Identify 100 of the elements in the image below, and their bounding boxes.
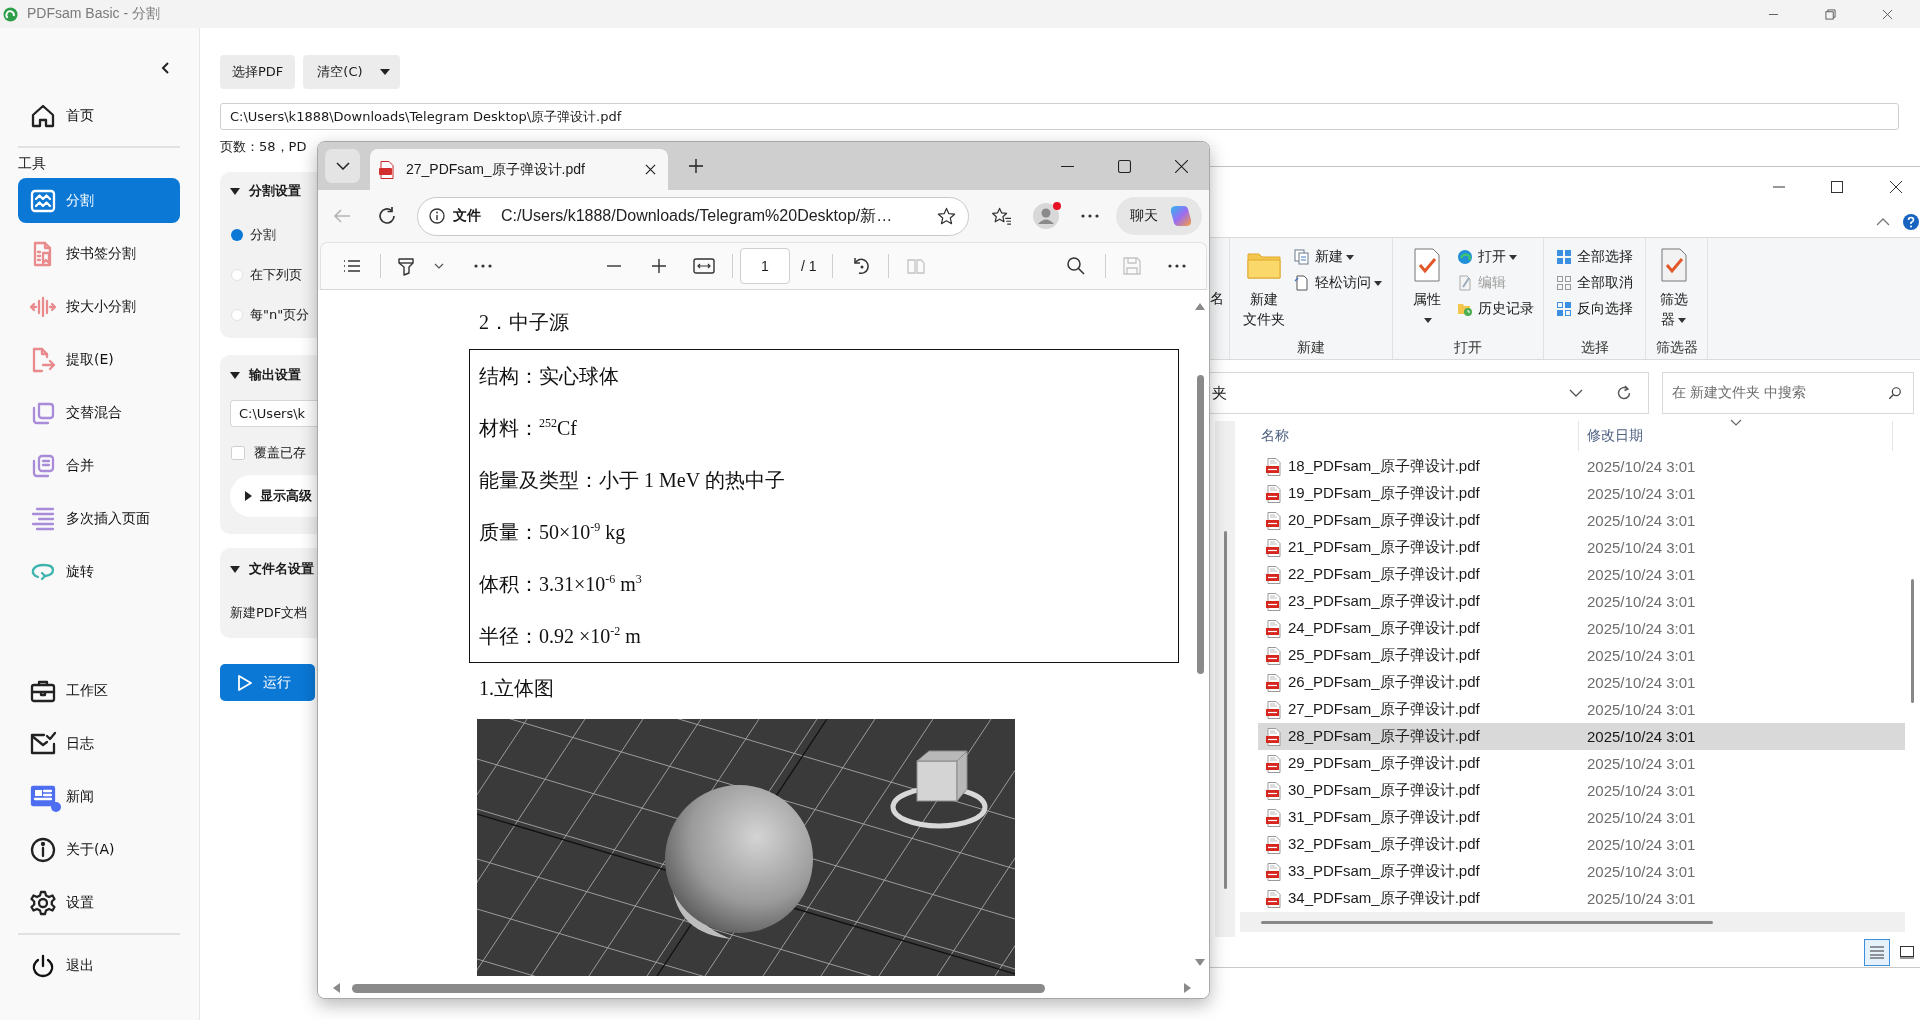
highlighter-icon[interactable]: [396, 256, 416, 276]
section-header[interactable]: 文件名设置: [230, 560, 314, 578]
zoom-in-icon[interactable]: [649, 256, 669, 276]
more-icon[interactable]: [473, 264, 493, 268]
avatar-icon[interactable]: [1033, 203, 1059, 229]
file-row[interactable]: 29_PDFsam_原子弹设计.pdf 2025/10/24 3:01: [1258, 750, 1905, 777]
info-icon[interactable]: [429, 208, 445, 224]
select-pdf-button[interactable]: 选择PDF: [220, 55, 296, 89]
maximize-icon[interactable]: [1118, 159, 1131, 173]
sidebar-item[interactable]: 合并: [18, 443, 180, 488]
file-row[interactable]: 31_PDFsam_原子弹设计.pdf 2025/10/24 3:01: [1258, 804, 1905, 831]
ribbon-button[interactable]: 轻松访问: [1294, 270, 1382, 296]
ribbon-button[interactable]: 全部取消: [1556, 270, 1633, 296]
more-icon[interactable]: [1166, 264, 1187, 268]
radio-button[interactable]: 每"n"页分: [230, 305, 310, 325]
caret-down-icon[interactable]: [379, 69, 390, 75]
address-field[interactable]: 文件 C:/Users/k1888/Downloads/Telegram%20Desktop/新…: [417, 196, 969, 236]
advanced-toggle[interactable]: 显示高级: [230, 475, 317, 517]
file-row[interactable]: 22_PDFsam_原子弹设计.pdf 2025/10/24 3:01: [1258, 561, 1905, 588]
file-row[interactable]: 23_PDFsam_原子弹设计.pdf 2025/10/24 3:01: [1258, 588, 1905, 615]
overwrite-checkbox[interactable]: 覆盖已存: [230, 444, 306, 462]
arrow-right-icon[interactable]: [1184, 983, 1191, 993]
address-field[interactable]: 夹: [1210, 372, 1649, 414]
sidebar-item[interactable]: 设置: [18, 880, 180, 925]
scrollbar-thumb[interactable]: [1261, 920, 1713, 924]
file-row[interactable]: 26_PDFsam_原子弹设计.pdf 2025/10/24 3:01: [1258, 669, 1905, 696]
sidebar-item[interactable]: 按书签分割: [18, 231, 180, 276]
column-header[interactable]: 名称: [1235, 421, 1579, 451]
sidebar-item[interactable]: 工作区: [18, 668, 180, 713]
sidebar-item[interactable]: 多次插入页面: [18, 496, 180, 541]
sidebar-item[interactable]: 旋转: [18, 549, 180, 594]
scrollbar-thumb[interactable]: [352, 983, 1045, 993]
ribbon-button[interactable]: 筛选器: [1649, 244, 1698, 338]
ribbon-button[interactable]: 全部选择: [1556, 244, 1633, 270]
file-row[interactable]: 18_PDFsam_原子弹设计.pdf 2025/10/24 3:01: [1258, 453, 1905, 480]
chat-button[interactable]: 聊天: [1116, 197, 1202, 235]
star-icon[interactable]: [937, 206, 956, 226]
sidebar-item[interactable]: 日志: [18, 721, 180, 766]
section-header[interactable]: 分割设置: [230, 182, 301, 200]
ribbon-button[interactable]: 反向选择: [1556, 296, 1633, 322]
arrow-left-icon[interactable]: [333, 983, 340, 993]
directory-field[interactable]: C:\Users\k: [230, 400, 317, 427]
sidebar-item[interactable]: 交替混合: [18, 390, 180, 435]
file-row[interactable]: 24_PDFsam_原子弹设计.pdf 2025/10/24 3:01: [1258, 615, 1905, 642]
run-button[interactable]: 运行: [220, 664, 315, 701]
file-row[interactable]: 25_PDFsam_原子弹设计.pdf 2025/10/24 3:01: [1258, 642, 1905, 669]
ribbon-command[interactable]: 名: [1210, 288, 1224, 308]
file-row[interactable]: 20_PDFsam_原子弹设计.pdf 2025/10/24 3:01: [1258, 507, 1905, 534]
sidebar-item[interactable]: 提取(E): [18, 337, 180, 382]
file-row[interactable]: 34_PDFsam_原子弹设计.pdf 2025/10/24 3:01: [1258, 885, 1905, 912]
restore-icon[interactable]: [1825, 8, 1836, 20]
refresh-icon[interactable]: [377, 206, 397, 226]
sidebar-item[interactable]: 按大小分割: [18, 284, 180, 329]
favorites-icon[interactable]: [991, 206, 1012, 226]
close-icon[interactable]: [645, 164, 656, 175]
file-row[interactable]: 19_PDFsam_原子弹设计.pdf 2025/10/24 3:01: [1258, 480, 1905, 507]
file-path-field[interactable]: C:\Users\k1888\Downloads\Telegram Desktop\原子弹设计.pdf: [220, 103, 1899, 130]
maximize-icon[interactable]: [1831, 180, 1843, 193]
caret-down-icon[interactable]: [434, 263, 444, 269]
file-row[interactable]: 28_PDFsam_原子弹设计.pdf 2025/10/24 3:01: [1258, 723, 1905, 750]
sidebar-item[interactable]: 关于(A): [18, 827, 180, 872]
scrollbar-thumb[interactable]: [1196, 375, 1204, 674]
sidebar-item[interactable]: 首页: [18, 93, 180, 138]
column-header[interactable]: 修改日期: [1579, 421, 1893, 451]
radio-button[interactable]: 分割: [230, 225, 276, 245]
help-icon[interactable]: [1903, 213, 1919, 230]
radio-button[interactable]: 在下列页: [230, 265, 302, 285]
sidebar-item[interactable]: 新闻: [18, 774, 180, 819]
ribbon-button[interactable]: 新建文件夹: [1240, 244, 1288, 338]
ribbon-button[interactable]: 属性: [1402, 244, 1451, 338]
search-field[interactable]: 在 新建文件夹 中搜索: [1662, 372, 1914, 414]
clear-button[interactable]: 清空(C): [303, 55, 400, 89]
new-tab-icon[interactable]: [688, 158, 704, 174]
close-icon[interactable]: [1890, 180, 1902, 193]
scrollbar-thumb[interactable]: [1911, 579, 1914, 703]
sidebar-item[interactable]: 分割: [18, 178, 180, 223]
close-icon[interactable]: [1175, 159, 1188, 173]
ribbon-button[interactable]: 历史记录: [1456, 296, 1534, 322]
scrollbar-thumb[interactable]: [1223, 531, 1227, 889]
ribbon-button[interactable]: 打开: [1456, 244, 1534, 270]
file-row[interactable]: 27_PDFsam_原子弹设计.pdf 2025/10/24 3:01: [1258, 696, 1905, 723]
refresh-icon[interactable]: [1616, 385, 1632, 401]
fit-width-icon[interactable]: [693, 257, 715, 275]
browser-tab[interactable]: 27_PDFsam_原子弹设计.pdf: [370, 149, 668, 190]
ribbon-button[interactable]: 新建: [1294, 244, 1382, 270]
modified-date: 2025/10/24 3:01: [1586, 539, 1696, 556]
page-number-field[interactable]: 1: [740, 248, 790, 284]
section-header[interactable]: 输出设置: [230, 366, 301, 384]
chevron-up-icon[interactable]: [1876, 217, 1890, 226]
file-row[interactable]: 32_PDFsam_原子弹设计.pdf 2025/10/24 3:01: [1258, 831, 1905, 858]
arrow-up-icon[interactable]: [1195, 303, 1205, 310]
arrow-down-icon[interactable]: [1195, 959, 1205, 966]
tab-list-button[interactable]: [325, 149, 360, 183]
more-icon[interactable]: [1081, 214, 1099, 218]
chevron-down-icon[interactable]: [1569, 389, 1583, 397]
file-row[interactable]: 33_PDFsam_原子弹设计.pdf 2025/10/24 3:01: [1258, 858, 1905, 885]
file-row[interactable]: 21_PDFsam_原子弹设计.pdf 2025/10/24 3:01: [1258, 534, 1905, 561]
search-icon[interactable]: [1065, 256, 1086, 276]
sidebar-item[interactable]: 退出: [18, 943, 180, 988]
file-row[interactable]: 30_PDFsam_原子弹设计.pdf 2025/10/24 3:01: [1258, 777, 1905, 804]
